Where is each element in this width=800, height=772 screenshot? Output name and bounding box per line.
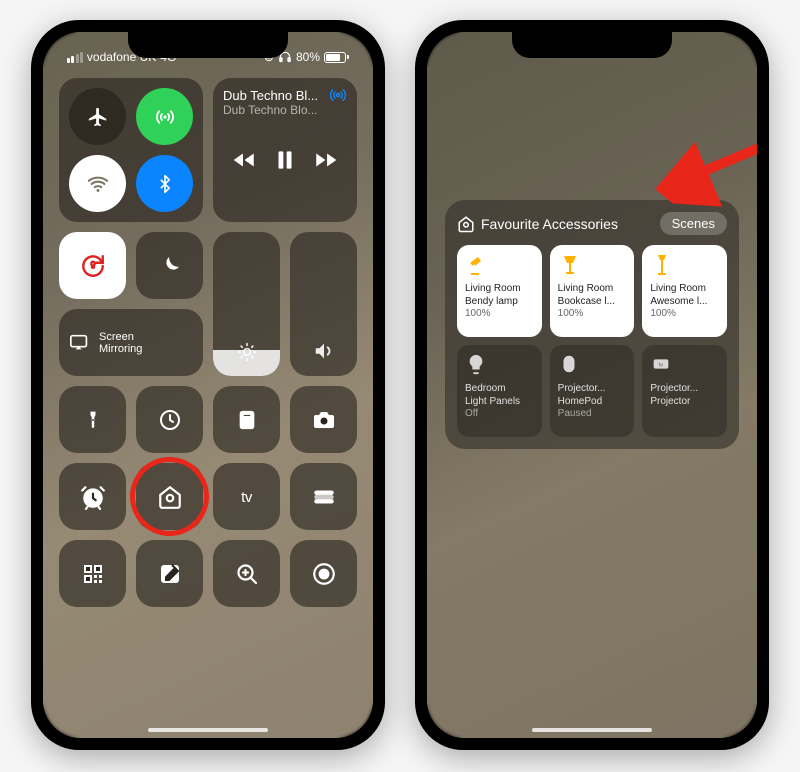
notch [128, 32, 288, 58]
screen-record-button[interactable] [290, 540, 357, 607]
wallet-button[interactable] [290, 463, 357, 530]
accessory-tile[interactable]: Living Room Bookcase l... 100% [550, 245, 635, 337]
iphone-right: Favourite Accessories Scenes Living Room… [415, 20, 769, 750]
media-next-button[interactable] [313, 147, 339, 173]
screen-mirror-icon [69, 332, 91, 354]
appletv-remote-button[interactable]: tv [213, 463, 280, 530]
connectivity-tile [59, 78, 203, 222]
rotation-lock-toggle[interactable] [59, 232, 126, 299]
airplane-mode-toggle[interactable] [69, 88, 126, 145]
home-button[interactable] [136, 463, 203, 530]
control-center-grid: tv [59, 386, 357, 607]
home-indicator[interactable] [532, 728, 652, 732]
screen-right: Favourite Accessories Scenes Living Room… [427, 32, 757, 738]
wifi-toggle[interactable] [69, 155, 126, 212]
homepod-icon [558, 353, 627, 383]
battery-percent: 80% [296, 50, 320, 64]
media-prev-button[interactable] [231, 147, 257, 173]
home-accessories-panel: Favourite Accessories Scenes Living Room… [445, 200, 739, 449]
notch [512, 32, 672, 58]
home-icon [457, 215, 475, 233]
favourite-accessories-label: Favourite Accessories [481, 216, 618, 232]
flashlight-button[interactable] [59, 386, 126, 453]
camera-button[interactable] [290, 386, 357, 453]
screen-left: vodafone UK 4G ⊛ 80% [43, 32, 373, 738]
quick-note-button[interactable] [136, 540, 203, 607]
screen-mirroring-button[interactable]: ScreenMirroring [59, 309, 203, 376]
accessory-tile[interactable]: Living Room Bendy lamp 100% [457, 245, 542, 337]
media-controls-tile[interactable]: Dub Techno Bl... Dub Techno Blo... [213, 78, 357, 222]
magnifier-button[interactable] [213, 540, 280, 607]
bluetooth-toggle[interactable] [136, 155, 193, 212]
lightbulb-icon [465, 353, 534, 383]
accessory-tile[interactable]: tv Projector... Projector [642, 345, 727, 437]
cellular-data-toggle[interactable] [136, 88, 193, 145]
qr-scanner-button[interactable] [59, 540, 126, 607]
brightness-icon [237, 342, 257, 376]
home-indicator[interactable] [148, 728, 268, 732]
do-not-disturb-toggle[interactable] [136, 232, 203, 299]
iphone-left: vodafone UK 4G ⊛ 80% [31, 20, 385, 750]
timer-button[interactable] [136, 386, 203, 453]
lamp-desk-icon [465, 253, 534, 283]
lamp-table-icon [558, 253, 627, 283]
accessory-tile[interactable]: Bedroom Light Panels Off [457, 345, 542, 437]
media-subtitle: Dub Techno Blo... [223, 103, 347, 117]
battery-icon [324, 52, 349, 63]
accessory-tile[interactable]: Projector... HomePod Paused [550, 345, 635, 437]
media-pause-button[interactable] [272, 147, 298, 173]
appletv-label: tv [241, 489, 252, 506]
accessory-tile[interactable]: Living Room Awesome l... 100% [642, 245, 727, 337]
lamp-floor-icon [650, 253, 719, 283]
brightness-slider[interactable] [213, 232, 280, 376]
airplay-audio-icon [329, 86, 347, 104]
calculator-button[interactable] [213, 386, 280, 453]
appletv-box-icon: tv [650, 353, 719, 383]
volume-icon [313, 340, 335, 376]
screen-mirroring-label: ScreenMirroring [99, 331, 142, 355]
svg-text:tv: tv [659, 362, 664, 368]
alarm-button[interactable] [59, 463, 126, 530]
control-center: Dub Techno Bl... Dub Techno Blo... [59, 78, 357, 720]
volume-slider[interactable] [290, 232, 357, 376]
signal-icon [67, 52, 83, 63]
accessories-grid: Living Room Bendy lamp 100% Living Room … [457, 245, 727, 437]
